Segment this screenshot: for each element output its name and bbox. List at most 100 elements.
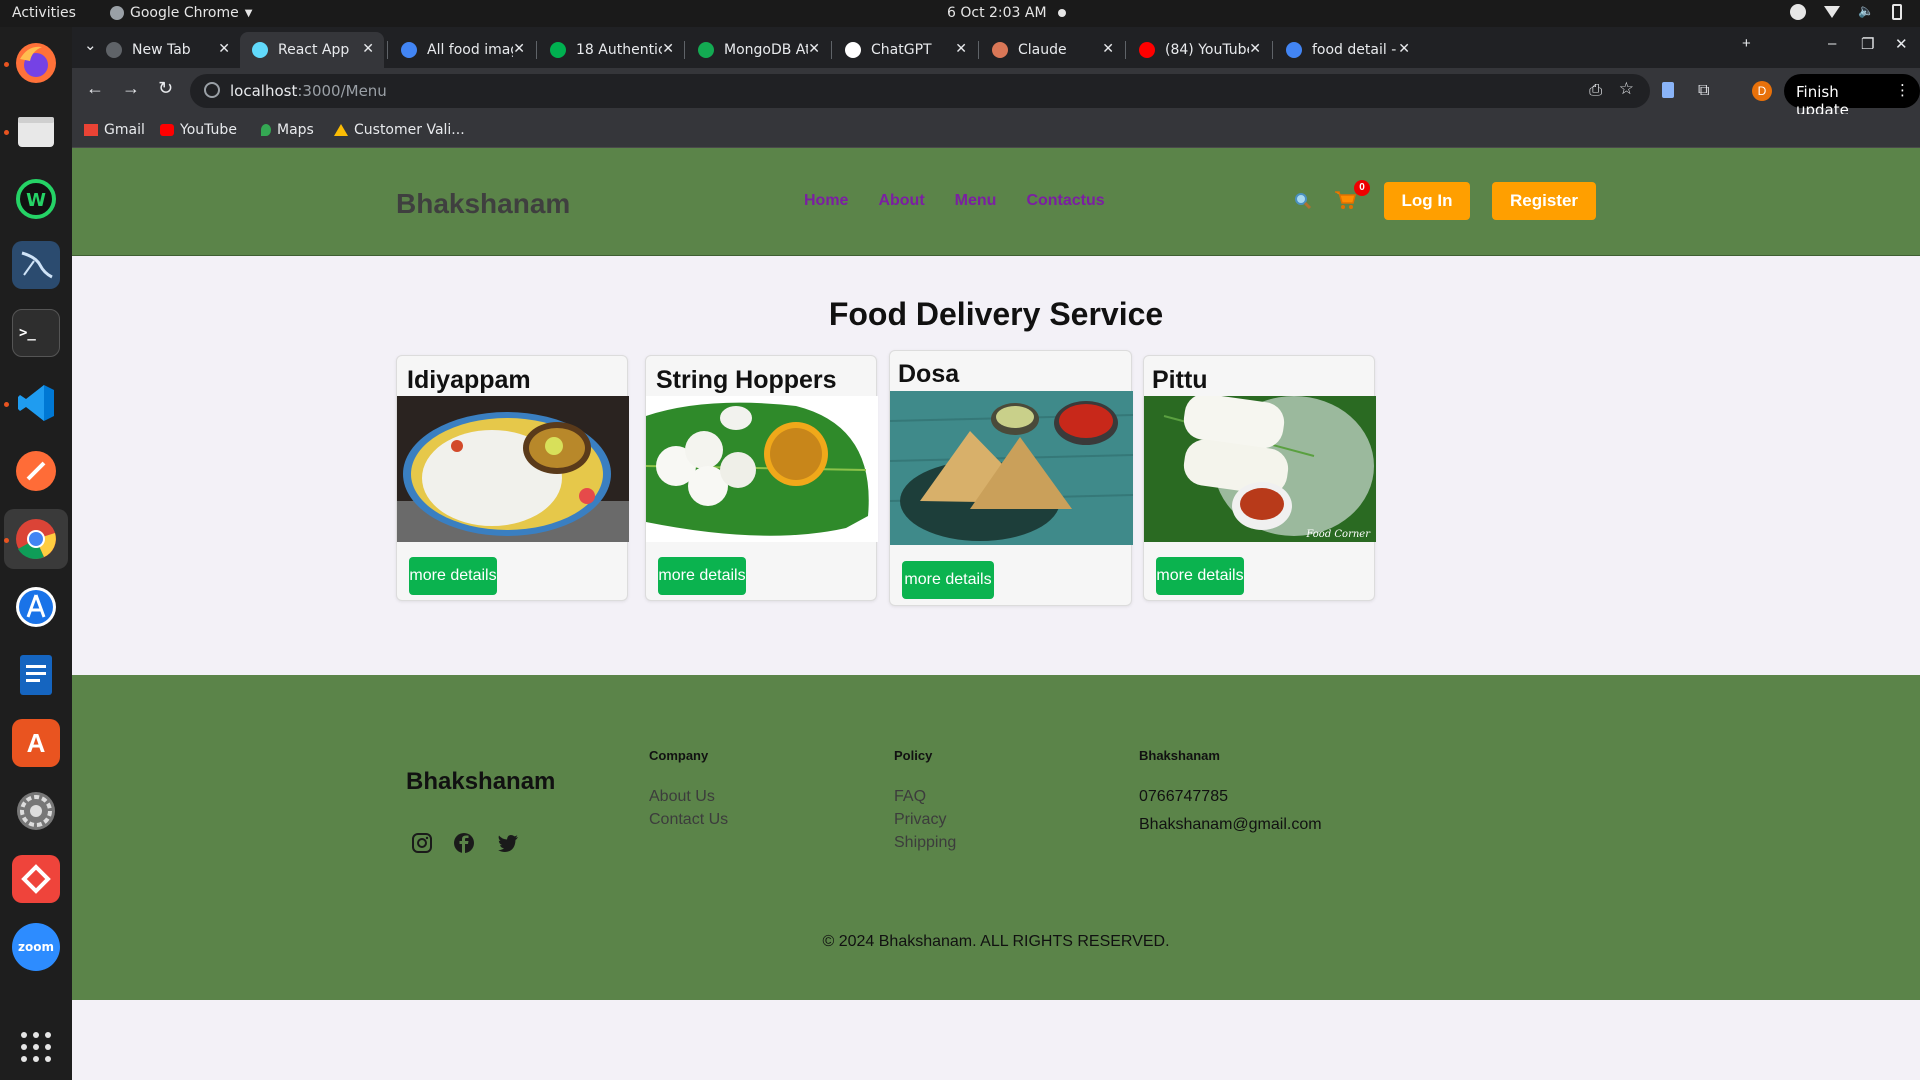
bookmark-gmail[interactable]: Gmail	[84, 122, 145, 138]
footer-link-about-us[interactable]: About Us	[649, 788, 715, 806]
browser-tab[interactable]: All food image b✕	[389, 32, 535, 68]
close-tab-icon[interactable]: ✕	[1398, 41, 1410, 57]
app-store-icon[interactable]	[12, 583, 60, 631]
system-tray[interactable]: 🔈	[1790, 4, 1902, 20]
menu-card-idiyappam: Idiyappam more details	[396, 355, 629, 601]
browser-toolbar: ← → ↻ localhost:3000/Menu ⎙ ☆ ⧉ D Finish…	[72, 68, 1920, 119]
more-details-button[interactable]: more details	[1156, 557, 1244, 595]
bookmark-customer-validation[interactable]: Customer Vali...	[334, 122, 465, 138]
more-details-button[interactable]: more details	[902, 561, 994, 599]
login-button[interactable]: Log In	[1384, 182, 1470, 220]
address-bar[interactable]: localhost:3000/Menu ⎙ ☆	[190, 74, 1650, 108]
tab-separator	[387, 41, 388, 59]
clock[interactable]: 6 Oct 2:03 AM	[947, 5, 1047, 21]
extensions-puzzle-icon[interactable]: ⧉	[1698, 82, 1716, 100]
browser-tab[interactable]: Claude ✕	[980, 32, 1124, 68]
maps-pin-icon	[261, 124, 271, 136]
bookmark-star-icon[interactable]: ☆	[1619, 79, 1634, 99]
close-tab-icon[interactable]: ✕	[513, 41, 525, 57]
settings-icon[interactable]	[12, 787, 60, 835]
whatsapp-icon[interactable]: W	[12, 175, 60, 223]
footer-link-shipping[interactable]: Shipping	[894, 834, 956, 852]
url-host: localhost	[230, 82, 298, 100]
running-indicator	[4, 130, 9, 135]
extension-docs-icon[interactable]	[1662, 82, 1680, 100]
browser-tab[interactable]: 18 Authentic Tra✕	[538, 32, 684, 68]
libreoffice-writer-icon[interactable]	[12, 651, 60, 699]
browser-tab[interactable]: food detail - Go✕	[1274, 32, 1420, 68]
close-tab-icon[interactable]: ✕	[362, 41, 374, 57]
tab-favicon-icon	[550, 42, 566, 58]
close-tab-icon[interactable]: ✕	[1102, 41, 1114, 57]
files-icon[interactable]	[12, 107, 60, 155]
software-center-icon[interactable]: A	[12, 719, 60, 767]
close-tab-icon[interactable]: ✕	[662, 41, 674, 57]
drive-icon	[334, 124, 348, 136]
close-tab-icon[interactable]: ✕	[808, 41, 820, 57]
nav-home[interactable]: Home	[804, 192, 848, 210]
image-watermark: Food Corner	[1306, 529, 1370, 540]
zoom-icon[interactable]: zoom	[12, 923, 60, 971]
tab-favicon-icon	[106, 42, 122, 58]
bookmark-maps[interactable]: Maps	[261, 122, 314, 138]
nav-menu[interactable]: Menu	[955, 192, 997, 210]
running-indicator	[4, 62, 9, 67]
url-path: :3000/Menu	[297, 82, 387, 100]
company-heading: Company	[649, 748, 709, 763]
tab-separator	[1272, 41, 1273, 59]
chevron-down-icon: ▼	[244, 7, 253, 19]
chrome-icon[interactable]	[12, 515, 60, 563]
browser-tab[interactable]: (84) YouTube ✕	[1127, 32, 1271, 68]
terminal-icon[interactable]: >_	[12, 309, 60, 357]
vscode-icon[interactable]	[12, 379, 60, 427]
nav-contactus[interactable]: Contactus	[1026, 192, 1104, 210]
maximize-icon[interactable]: ❐	[1861, 35, 1874, 53]
more-details-button[interactable]: more details	[658, 557, 746, 595]
browser-tab[interactable]: MongoDB Atlas✕	[686, 32, 830, 68]
bookmark-youtube[interactable]: YouTube	[160, 122, 237, 138]
policy-heading: Policy	[894, 748, 933, 763]
close-tab-icon[interactable]: ✕	[1249, 41, 1261, 57]
profile-avatar[interactable]: D	[1752, 81, 1772, 101]
bookmarks-bar: Gmail YouTube Maps Customer Vali...	[72, 114, 1920, 148]
firefox-icon[interactable]	[12, 39, 60, 87]
register-button[interactable]: Register	[1492, 182, 1596, 220]
minimize-icon[interactable]: –	[1828, 35, 1836, 52]
close-tab-icon[interactable]: ✕	[218, 41, 230, 57]
nav-about[interactable]: About	[878, 192, 924, 210]
tab-favicon-icon	[845, 42, 861, 58]
skype-icon[interactable]	[1790, 4, 1806, 20]
postman-icon[interactable]	[12, 447, 60, 495]
site-brand[interactable]: Bhakshanam	[396, 188, 570, 220]
browser-tab[interactable]: React App ✕	[240, 32, 384, 68]
search-icon[interactable]	[1294, 192, 1312, 215]
facebook-icon[interactable]	[453, 832, 477, 856]
anydesk-icon[interactable]	[12, 855, 60, 903]
item-name: Dosa	[898, 360, 960, 388]
notification-dot	[1058, 9, 1066, 17]
twitter-icon[interactable]	[497, 832, 521, 856]
app-grid-icon[interactable]	[12, 1023, 60, 1071]
cart-icon[interactable]	[1334, 190, 1356, 216]
app-menu[interactable]: Google Chrome ▼	[110, 5, 252, 21]
activities-button[interactable]: Activities	[12, 5, 76, 21]
browser-tab[interactable]: New Tab ✕	[94, 32, 240, 68]
svg-text:W: W	[26, 190, 46, 211]
install-app-icon[interactable]: ⎙	[1589, 80, 1602, 100]
browser-tab[interactable]: ChatGPT ✕	[833, 32, 977, 68]
new-tab-icon[interactable]: +	[1742, 35, 1751, 52]
mysql-workbench-icon[interactable]	[12, 241, 60, 289]
forward-icon[interactable]: →	[122, 78, 140, 99]
footer-link-contact-us[interactable]: Contact Us	[649, 811, 728, 829]
tab-favicon-icon	[698, 42, 714, 58]
site-info-icon[interactable]	[204, 82, 220, 98]
close-window-icon[interactable]: ✕	[1895, 35, 1908, 53]
finish-update-button[interactable]: Finish update	[1784, 74, 1920, 119]
back-icon[interactable]: ←	[86, 78, 104, 99]
footer-link-faq[interactable]: FAQ	[894, 788, 926, 806]
more-details-button[interactable]: more details	[409, 557, 497, 595]
instagram-icon[interactable]	[411, 832, 435, 856]
reload-icon[interactable]: ↻	[158, 78, 173, 99]
footer-link-privacy[interactable]: Privacy	[894, 811, 946, 829]
close-tab-icon[interactable]: ✕	[955, 41, 967, 57]
